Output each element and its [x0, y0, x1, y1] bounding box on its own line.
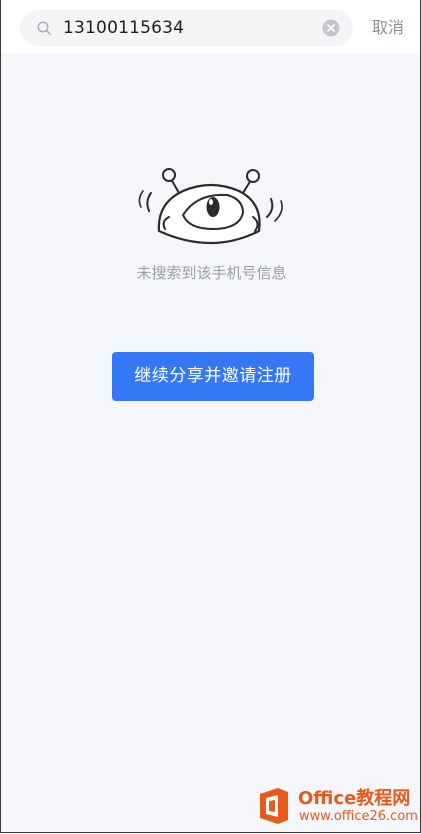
watermark-url: www.office26.com — [299, 809, 418, 824]
search-input-value[interactable]: 13100115634 — [63, 10, 184, 46]
office-logo-icon — [260, 788, 288, 824]
no-result-message: 未搜索到该手机号信息 — [136, 264, 287, 282]
watermark-brand: Office教程网 — [298, 788, 411, 809]
search-field[interactable]: 13100115634 — [20, 10, 353, 46]
search-result-screen: 13100115634 取消 未搜索到该手机号信息 继续分享并邀请注册 — [0, 0, 421, 833]
search-header: 13100115634 取消 — [1, 0, 420, 53]
clear-icon[interactable] — [322, 19, 340, 37]
search-icon — [37, 21, 51, 35]
cancel-button[interactable]: 取消 — [372, 17, 404, 39]
office26-watermark: Office教程网 www.office26.com — [256, 784, 418, 828]
share-invite-button[interactable]: 继续分享并邀请注册 — [112, 352, 314, 401]
alien-mascot-illustration — [138, 168, 283, 245]
